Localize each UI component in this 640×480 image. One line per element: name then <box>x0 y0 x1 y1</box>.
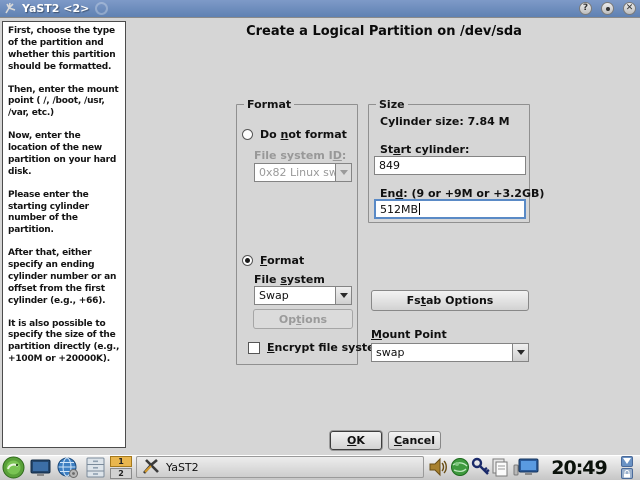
web-globe-icon[interactable] <box>56 456 79 479</box>
desktop-monitor-icon[interactable] <box>29 456 52 479</box>
mount-point-value: swap <box>372 346 512 359</box>
display-applet-icon[interactable] <box>513 457 539 477</box>
help-paragraph: Please enter the starting cylinder numbe… <box>8 190 120 238</box>
desktop-pager[interactable]: 1 2 <box>110 456 132 479</box>
busy-swirl-icon <box>95 2 108 15</box>
dropdown-arrow-icon <box>335 164 351 181</box>
network-globe-icon[interactable] <box>450 457 470 477</box>
yast-app-icon <box>4 2 17 15</box>
mount-point-combo[interactable]: swap <box>371 343 529 362</box>
keys-icon[interactable] <box>471 457 491 477</box>
pager-desktop-2[interactable]: 2 <box>110 468 132 479</box>
maximize-button[interactable] <box>601 2 614 15</box>
help-paragraph: Then, enter the mount point ( /, /boot, … <box>8 85 120 121</box>
format-label: Format <box>260 254 304 267</box>
size-group-legend: Size <box>376 98 408 111</box>
volume-icon[interactable] <box>428 457 448 477</box>
dropdown-arrow-icon[interactable] <box>512 344 528 361</box>
file-system-id-combo: 0x82 Linux swap <box>254 163 352 182</box>
encrypt-checkbox-row[interactable]: Encrypt file system <box>248 341 386 354</box>
file-system-combo[interactable]: Swap <box>254 286 352 305</box>
pager-desktop-1[interactable]: 1 <box>110 456 132 467</box>
taskbar-clock[interactable]: 20:49 <box>540 455 618 480</box>
help-panel: First, choose the type of the partition … <box>2 21 126 448</box>
help-paragraph: It is also possible to specify the size … <box>8 319 120 367</box>
close-button[interactable]: ✕ <box>623 2 636 15</box>
radio-circle-icon <box>242 129 253 140</box>
fstab-options-button[interactable]: Fstab Options <box>371 290 529 311</box>
radio-circle-checked-icon <box>242 255 253 266</box>
radio-do-not-format[interactable]: Do not format <box>242 128 347 141</box>
file-cabinet-icon[interactable] <box>84 456 107 479</box>
taskbar-window-label: YaST2 <box>166 461 199 474</box>
checkbox-icon <box>248 342 260 354</box>
mount-point-label: Mount Point <box>371 328 447 341</box>
start-cylinder-label: Start cylinder: <box>380 143 469 156</box>
text-caret <box>419 203 420 215</box>
clipboard-icon[interactable] <box>490 457 510 477</box>
options-button: Options <box>253 309 353 329</box>
yast-task-icon <box>142 458 160 476</box>
file-system-label: File system <box>254 273 325 286</box>
taskbar-window-button[interactable]: YaST2 <box>136 456 424 478</box>
dropdown-arrow-icon[interactable] <box>335 287 351 304</box>
do-not-format-label: Do not format <box>260 128 347 141</box>
start-cylinder-input[interactable]: 849 <box>374 156 526 175</box>
format-group-legend: Format <box>244 98 294 111</box>
end-input[interactable]: 512MB <box>374 199 526 219</box>
format-group: Format Do not format File system ID: 0x8… <box>236 104 358 365</box>
encrypt-label: Encrypt file system <box>267 341 386 354</box>
window-title: YaST2 <2> <box>22 2 89 15</box>
cancel-button[interactable]: Cancel <box>388 431 441 450</box>
radio-format[interactable]: Format <box>242 254 304 267</box>
help-paragraph: First, choose the type of the partition … <box>8 26 120 74</box>
titlebar[interactable]: YaST2 <2> ? ✕ <box>0 0 640 18</box>
file-system-id-value: 0x82 Linux swap <box>255 166 335 179</box>
help-paragraph: Now, enter the location of the new parti… <box>8 131 120 179</box>
panel-mini-buttons <box>621 456 633 479</box>
suse-menu-icon[interactable] <box>2 456 25 479</box>
size-group: Size Cylinder size: 7.84 M Start cylinde… <box>368 104 530 223</box>
panel-hide-arrow-icon[interactable] <box>621 456 633 467</box>
help-paragraph: After that, either specify an ending cyl… <box>8 248 120 307</box>
cylinder-size-label: Cylinder size: 7.84 M <box>380 115 510 128</box>
file-system-id-label: File system ID: <box>254 149 346 162</box>
panel-lock-icon[interactable] <box>621 468 633 479</box>
desktop: YaST2 <2> ? ✕ First, choose the type of … <box>0 0 640 480</box>
page-title: Create a Logical Partition on /dev/sda <box>128 24 640 39</box>
maximize-dot-icon <box>606 7 610 11</box>
file-system-value: Swap <box>255 289 335 302</box>
ok-button[interactable]: OK <box>330 431 382 450</box>
help-button[interactable]: ? <box>579 2 592 15</box>
